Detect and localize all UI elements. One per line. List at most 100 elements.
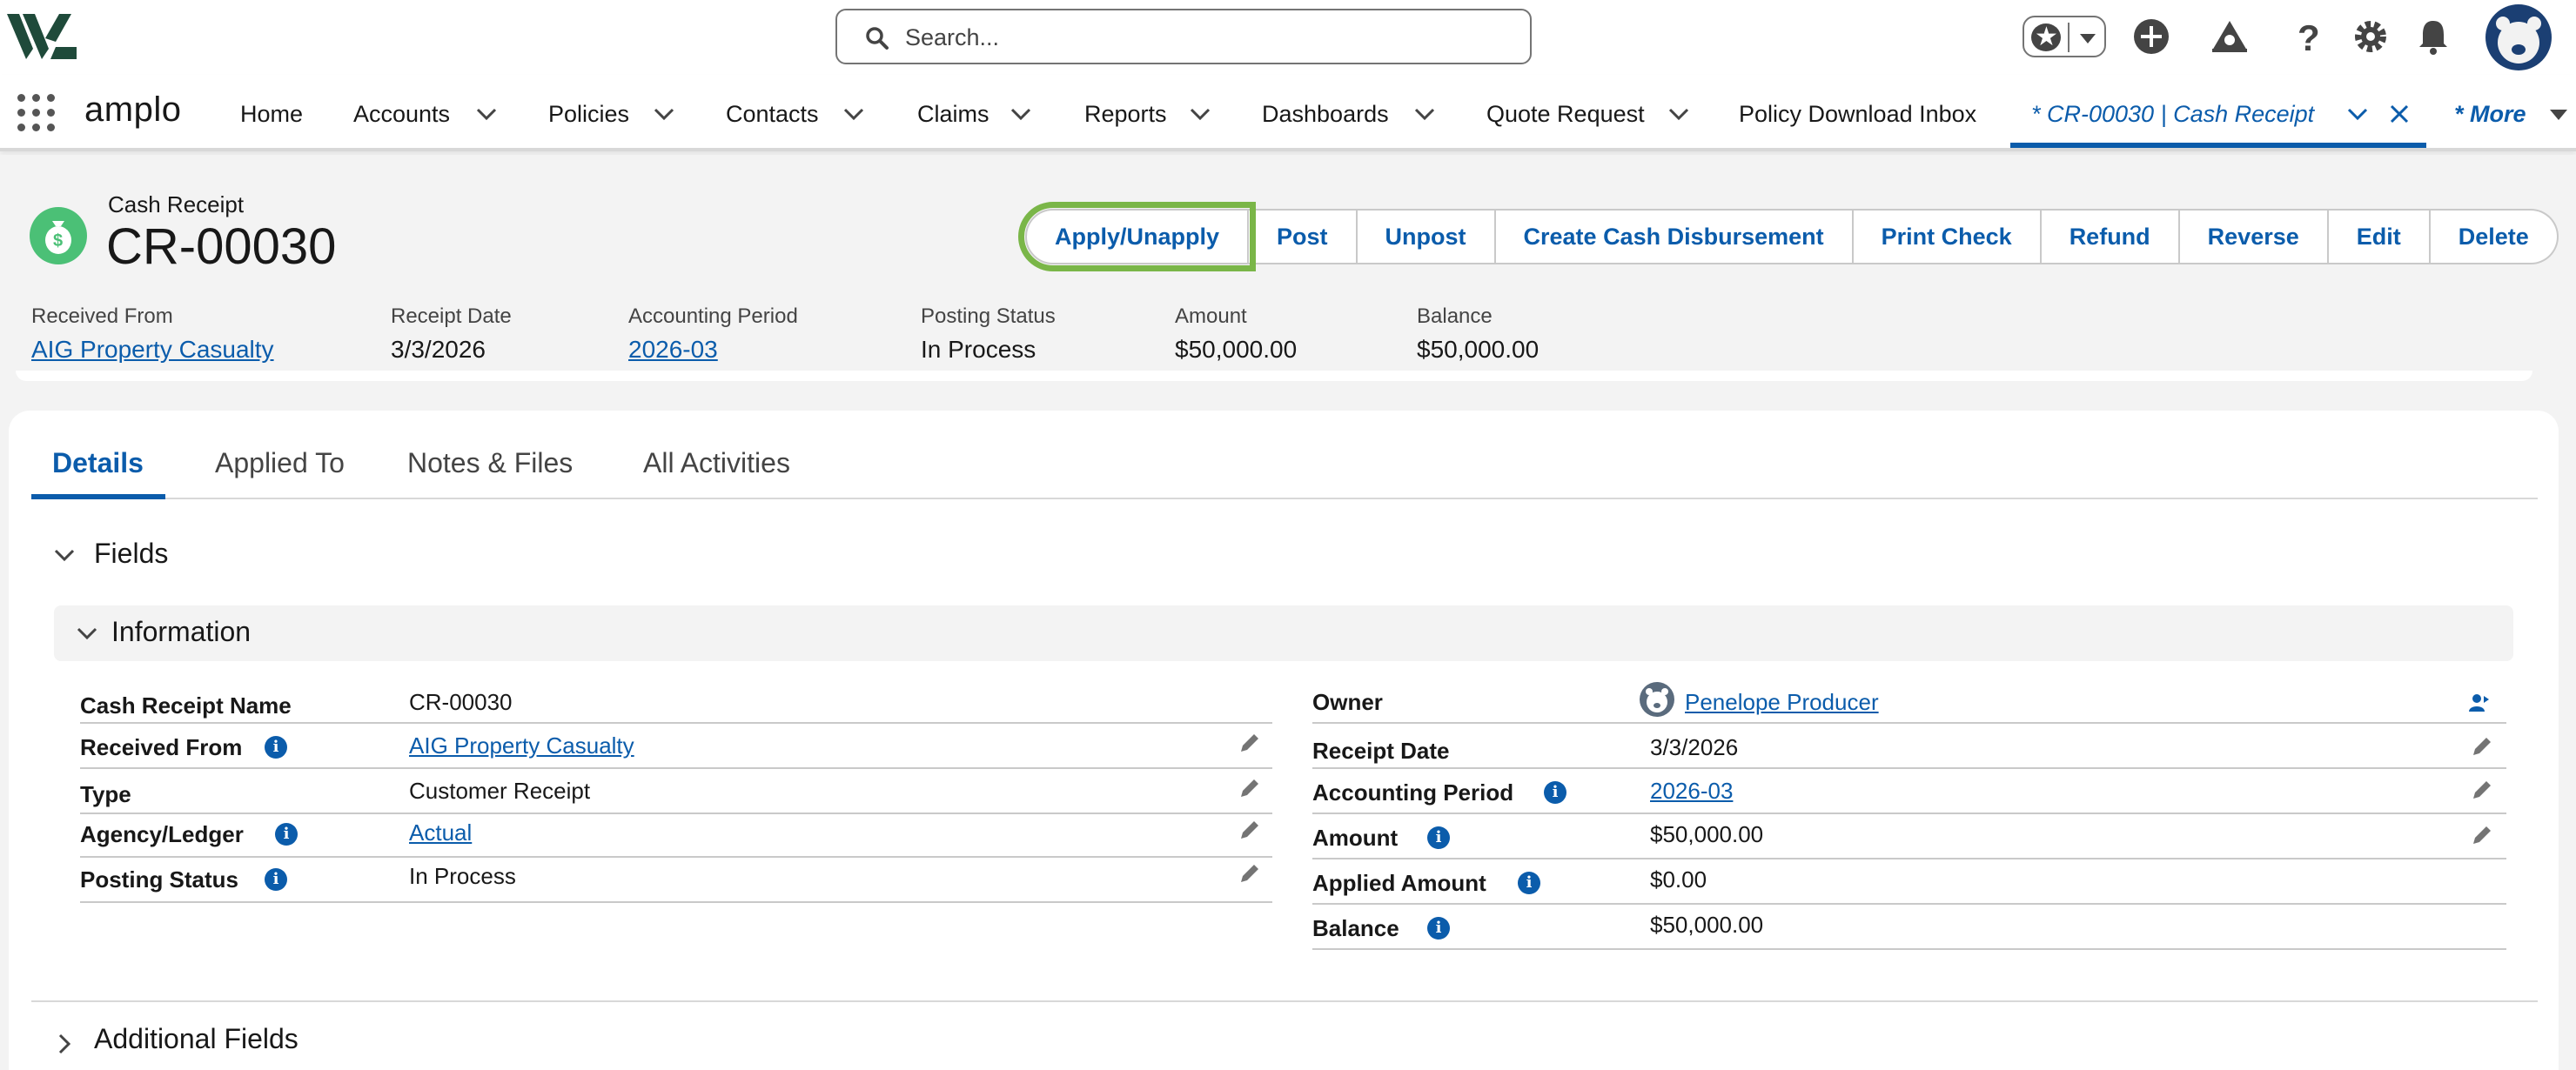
chevron-down-icon[interactable]	[1010, 106, 1032, 122]
chevron-down-icon[interactable]	[1189, 106, 1211, 122]
gear-icon[interactable]	[2350, 16, 2392, 57]
nav-item-reports[interactable]: Reports	[1084, 101, 1167, 128]
highlight-label: Posting Status	[921, 304, 1056, 328]
section-fields-title[interactable]: Fields	[94, 538, 168, 570]
field-label: Receipt Date	[1312, 738, 1450, 764]
field-row-applied-amount: Applied Amount i $0.00	[1312, 861, 2506, 905]
tab-all-activities[interactable]: All Activities	[643, 447, 790, 479]
chevron-down-icon[interactable]	[75, 621, 99, 645]
field-value: $50,000.00	[1650, 821, 1764, 847]
highlight-label: Amount	[1175, 304, 1247, 328]
accounting-period-link[interactable]: 2026-03	[1650, 778, 1733, 805]
info-icon[interactable]: i	[275, 823, 298, 846]
info-icon[interactable]: i	[1544, 781, 1566, 804]
chevron-down-icon[interactable]	[2548, 108, 2569, 122]
received-from-link[interactable]: AIG Property Casualty	[409, 732, 634, 759]
chevron-right-icon[interactable]	[52, 1032, 77, 1056]
plus-circle-icon[interactable]	[2130, 16, 2172, 57]
avatar[interactable]	[2485, 4, 2552, 70]
active-tab-label[interactable]: * CR-00030 | Cash Receipt	[2031, 101, 2314, 128]
tab-cash-receipt-active[interactable]: * CR-00030 | Cash Receipt	[2010, 75, 2426, 148]
info-icon[interactable]: i	[1427, 826, 1450, 849]
record-tabs: Details Applied To Notes & Files All Act…	[31, 433, 2538, 499]
info-icon[interactable]: i	[265, 736, 287, 759]
edit-button[interactable]: Edit	[2328, 209, 2431, 264]
section-information[interactable]: Information	[54, 605, 2513, 661]
chevron-down-icon[interactable]	[653, 106, 675, 122]
info-icon[interactable]: i	[1427, 917, 1450, 940]
chevron-down-icon[interactable]	[52, 543, 77, 567]
app-launcher-icon[interactable]	[17, 94, 56, 132]
section-information-title[interactable]: Information	[111, 616, 251, 648]
tab-notes-files[interactable]: Notes & Files	[407, 447, 573, 479]
field-row-posting-status: Posting Status i In Process	[80, 859, 1272, 903]
field-value: CR-00030	[409, 689, 513, 715]
favorites-button[interactable]	[2023, 16, 2106, 57]
svg-text:?: ?	[2298, 17, 2320, 57]
apply-unapply-button[interactable]: Apply/Unapply	[1017, 202, 1257, 271]
record-highlights: $ Cash Receipt CR-00030 Apply/Unapply Po…	[0, 155, 2576, 381]
nav-item-dashboards[interactable]: Dashboards	[1262, 101, 1389, 128]
chevron-down-icon[interactable]	[2346, 106, 2369, 122]
pencil-icon[interactable]	[2470, 778, 2494, 802]
change-owner-icon[interactable]	[2466, 691, 2491, 715]
section-additional-fields-title[interactable]: Additional Fields	[94, 1023, 299, 1055]
highlight-value: 3/3/2026	[391, 336, 486, 363]
received-from-link[interactable]: AIG Property Casualty	[31, 336, 274, 364]
trailhead-icon[interactable]	[2209, 16, 2251, 57]
chevron-down-icon[interactable]	[1667, 106, 1690, 122]
refund-button[interactable]: Refund	[2041, 209, 2180, 264]
chevron-down-icon[interactable]	[842, 106, 865, 122]
highlight-balance: Balance $50,000.00	[1417, 304, 1539, 364]
global-header: Search... ?	[0, 0, 2576, 75]
nav-item-accounts[interactable]: Accounts	[353, 101, 450, 128]
info-icon[interactable]: i	[265, 868, 287, 891]
create-cash-disbursement-button[interactable]: Create Cash Disbursement	[1495, 209, 1854, 264]
highlight-receipt-date: Receipt Date 3/3/2026	[391, 304, 512, 364]
search-icon	[866, 27, 889, 50]
tab-applied-to[interactable]: Applied To	[215, 447, 345, 479]
tab-details[interactable]: Details	[52, 447, 144, 479]
field-label: Applied Amount	[1312, 870, 1486, 896]
pencil-icon[interactable]	[1238, 776, 1262, 800]
nav-item-contacts[interactable]: Contacts	[726, 101, 819, 128]
field-label: Type	[80, 781, 131, 807]
field-label: Accounting Period	[1312, 779, 1514, 806]
highlight-label: Receipt Date	[391, 304, 512, 328]
pencil-icon[interactable]	[1238, 818, 1262, 842]
delete-button[interactable]: Delete	[2430, 209, 2559, 264]
chevron-down-icon[interactable]	[2080, 34, 2096, 43]
owner-link[interactable]: Penelope Producer	[1685, 689, 1879, 716]
close-icon[interactable]	[2388, 103, 2411, 125]
amplo-logo[interactable]	[7, 12, 77, 61]
bell-icon[interactable]	[2412, 16, 2454, 57]
nav-item-policies[interactable]: Policies	[548, 101, 629, 128]
nav-item-quote-request[interactable]: Quote Request	[1486, 101, 1645, 128]
nav-item-home[interactable]: Home	[240, 101, 303, 128]
owner-avatar	[1640, 682, 1674, 717]
chevron-down-icon[interactable]	[1413, 106, 1436, 122]
field-value: $0.00	[1650, 866, 1707, 893]
help-icon[interactable]: ?	[2287, 16, 2329, 57]
field-row-type: Type Customer Receipt	[80, 771, 1272, 814]
chevron-down-icon[interactable]	[475, 106, 498, 122]
field-label: Balance	[1312, 915, 1399, 941]
reverse-button[interactable]: Reverse	[2179, 209, 2329, 264]
agency-ledger-link[interactable]: Actual	[409, 819, 472, 846]
unpost-button[interactable]: Unpost	[1357, 209, 1496, 264]
nav-item-claims[interactable]: Claims	[917, 101, 989, 128]
pencil-icon[interactable]	[2470, 734, 2494, 759]
field-value: Customer Receipt	[409, 778, 591, 804]
search-input[interactable]: Search...	[835, 9, 1532, 64]
active-tab-indicator	[31, 494, 165, 499]
post-button[interactable]: Post	[1249, 209, 1358, 264]
field-label: Owner	[1312, 689, 1383, 715]
pencil-icon[interactable]	[2470, 823, 2494, 847]
pencil-icon[interactable]	[1238, 731, 1262, 755]
nav-item-policy-download-inbox[interactable]: Policy Download Inbox	[1739, 101, 1976, 128]
accounting-period-link[interactable]: 2026-03	[628, 336, 798, 364]
nav-more[interactable]: * More	[2454, 101, 2526, 128]
info-icon[interactable]: i	[1518, 872, 1540, 894]
print-check-button[interactable]: Print Check	[1853, 209, 2042, 264]
pencil-icon[interactable]	[1238, 861, 1262, 886]
